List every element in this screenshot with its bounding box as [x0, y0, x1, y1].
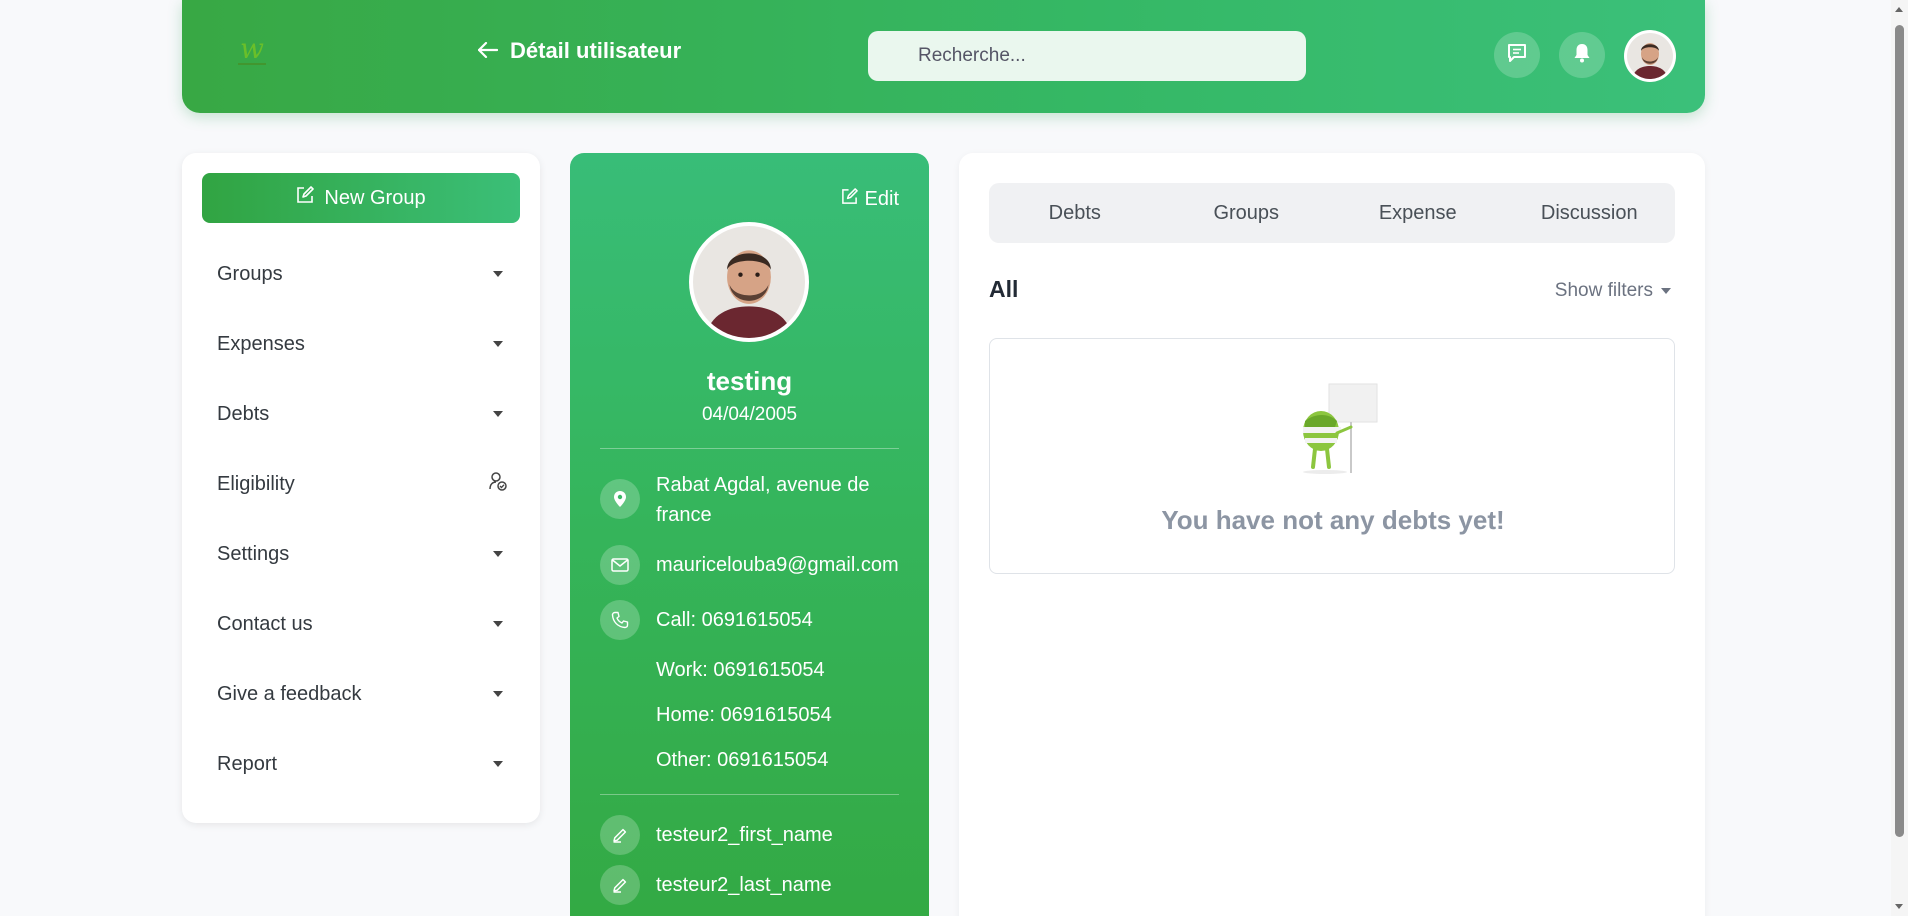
arrow-left-icon: [477, 38, 499, 64]
sidebar-item-label: Report: [217, 752, 278, 775]
sidebar-item-contact-us[interactable]: Contact us: [217, 604, 507, 644]
envelope-icon: [600, 545, 640, 585]
tab-expense[interactable]: Expense: [1332, 183, 1504, 243]
sidebar-item-debts[interactable]: Debts: [217, 394, 507, 434]
caret-down-icon: [493, 341, 503, 347]
tab-discussion[interactable]: Discussion: [1504, 183, 1676, 243]
location-pin-icon: [600, 479, 640, 519]
show-filters-label: Show filters: [1554, 280, 1653, 301]
profile-avatar: [689, 222, 809, 342]
user-check-icon: [489, 471, 507, 497]
sidebar-item-label: Give a feedback: [217, 682, 362, 705]
profile-first-name: testeur2_first_name: [656, 824, 833, 846]
sidebar-item-report[interactable]: Report: [217, 744, 507, 784]
caret-down-icon: [493, 761, 503, 767]
pencil-icon: [600, 815, 640, 855]
profile-birthdate: 04/04/2005: [701, 404, 798, 425]
profile-name: testing: [706, 366, 793, 396]
chat-icon: [1506, 42, 1528, 69]
empty-state: You have not any debts yet!: [989, 338, 1675, 574]
sidebar-item-settings[interactable]: Settings: [217, 534, 507, 574]
divider: [600, 448, 899, 449]
sidebar-item-eligibility[interactable]: Eligibility: [217, 464, 507, 504]
sidebar: New Group Groups Expenses Debts Eligibil…: [182, 153, 540, 823]
empty-illustration: [1303, 383, 1378, 474]
caret-down-icon: [493, 271, 503, 277]
show-filters-button[interactable]: Show filters: [1555, 280, 1675, 302]
profile-address: Rabat Agdal, avenue de france: [656, 474, 870, 526]
profile-email[interactable]: mauricelouba9@gmail.com: [656, 550, 921, 580]
sidebar-item-groups[interactable]: Groups: [217, 254, 507, 294]
filter-title: All: [989, 276, 1019, 302]
bell-icon: [1572, 42, 1592, 69]
empty-message: You have not any debts yet!: [1161, 505, 1505, 535]
page-title: Détail utilisateur: [510, 38, 682, 63]
user-avatar[interactable]: [1624, 30, 1676, 82]
profile-phone-work: Work: 0691615054: [656, 659, 825, 681]
edit-profile-button[interactable]: Edit: [841, 188, 899, 211]
caret-down-icon: [1661, 288, 1671, 294]
caret-down-icon: [493, 621, 503, 627]
page: w Détail utilisateur Recherche... New Gr…: [0, 0, 1908, 916]
sidebar-item-label: Settings: [217, 542, 290, 565]
top-header: w Détail utilisateur: [182, 0, 1705, 113]
caret-down-icon: [493, 551, 503, 557]
search-box[interactable]: [868, 31, 1306, 81]
app-logo[interactable]: w: [232, 30, 272, 70]
profile-phone-other: Other: 0691615054: [656, 749, 829, 771]
svg-text:w: w: [240, 32, 264, 65]
phone-icon: [600, 600, 640, 640]
sidebar-item-expenses[interactable]: Expenses: [217, 324, 507, 364]
scroll-up-arrow-icon[interactable]: [1895, 7, 1903, 12]
profile-card: Edit testing 04/04/2005 Rabat Agdal, ave…: [570, 153, 929, 916]
profile-last-name: testeur2_last_name: [656, 874, 832, 896]
scroll-down-arrow-icon[interactable]: [1895, 904, 1903, 909]
new-group-label: New Group: [324, 186, 426, 209]
scrollbar-thumb[interactable]: [1895, 25, 1904, 837]
tab-bar: Debts Groups Expense Discussion: [989, 183, 1675, 243]
search-input[interactable]: [918, 45, 1306, 67]
main-panel: Debts Groups Expense Discussion All Show…: [959, 153, 1705, 916]
edit-square-icon: [841, 188, 858, 211]
profile-phone-call[interactable]: Call: 0691615054: [656, 605, 921, 635]
tab-groups[interactable]: Groups: [1161, 183, 1333, 243]
new-group-button[interactable]: New Group: [202, 173, 520, 223]
profile-phone-home: Home: 0691615054: [656, 704, 832, 726]
edit-square-icon: [296, 186, 315, 210]
sidebar-item-feedback[interactable]: Give a feedback: [217, 674, 507, 714]
tab-debts[interactable]: Debts: [989, 183, 1161, 243]
caret-down-icon: [493, 411, 503, 417]
scrollbar[interactable]: [1891, 0, 1908, 916]
sidebar-item-label: Debts: [217, 402, 270, 425]
divider: [600, 794, 899, 795]
sidebar-item-label: Expenses: [217, 332, 305, 355]
caret-down-icon: [493, 691, 503, 697]
pencil-icon: [600, 865, 640, 905]
sidebar-item-label: Contact us: [217, 612, 313, 635]
back-button[interactable]: Détail utilisateur: [477, 38, 682, 64]
notifications-button[interactable]: [1559, 32, 1605, 78]
messages-button[interactable]: [1494, 32, 1540, 78]
sidebar-item-label: Groups: [217, 262, 283, 285]
sidebar-item-label: Eligibility: [217, 472, 295, 495]
edit-label: Edit: [864, 188, 899, 210]
